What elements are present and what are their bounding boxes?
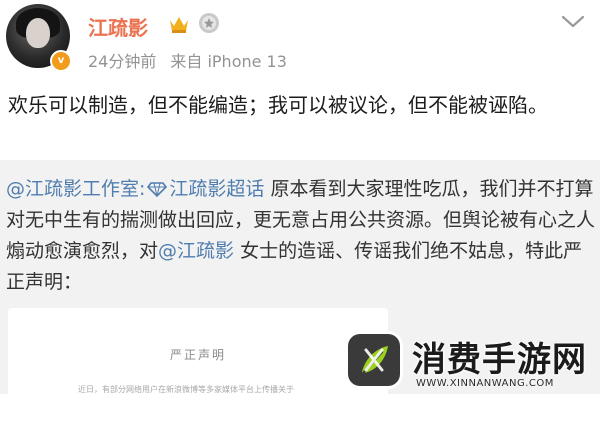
weibo-post: v 江疏影 24分钟前 来自 iPhone 13 欢乐可以制造，但不能编造；我可以… (0, 0, 600, 160)
diamond-topic-icon (147, 182, 168, 197)
divider (0, 160, 600, 168)
watermark-url: WWW.XINNANWANG.COM (416, 378, 554, 389)
statement-title: 严正声明 (169, 348, 226, 362)
medal-icon (199, 13, 219, 33)
mention-link[interactable]: @江疏影工作室 (6, 178, 139, 200)
statement-image[interactable]: 严正声明 近日，有部分网络用户在新浪微博等多家媒体平台上传播关于 (8, 308, 388, 428)
watermark: 消费手游网 WWW.XINNANWANG.COM (340, 326, 600, 394)
post-meta: 24分钟前 来自 iPhone 13 (88, 48, 287, 72)
post-time: 24分钟前 (88, 52, 157, 71)
post-source: 来自 iPhone 13 (170, 52, 287, 71)
verified-badge-icon: v (50, 50, 72, 72)
mention-link-2[interactable]: @江疏影 (158, 240, 234, 262)
username[interactable]: 江疏影 (88, 12, 148, 41)
statement-line: 近日，有部分网络用户在新浪微博等多家媒体平台上传播关于 (78, 385, 294, 394)
watermark-name: 消费手游网 (412, 340, 587, 380)
repost-text: @江疏影工作室: 江疏影超话 原本看到大家理性吃瓜，我们并不打算对无中生有的揣测做… (6, 174, 596, 298)
separator: : (139, 178, 146, 200)
watermark-logo (348, 334, 400, 386)
leaf-icon (362, 346, 388, 374)
crown-icon (170, 17, 188, 33)
avatar-face (26, 18, 50, 48)
chevron-down-icon[interactable] (560, 14, 586, 30)
post-content: 欢乐可以制造，但不能编造；我可以被议论，但不能被诬陷。 (8, 93, 548, 117)
topic-link[interactable]: 江疏影超话 (169, 178, 264, 200)
